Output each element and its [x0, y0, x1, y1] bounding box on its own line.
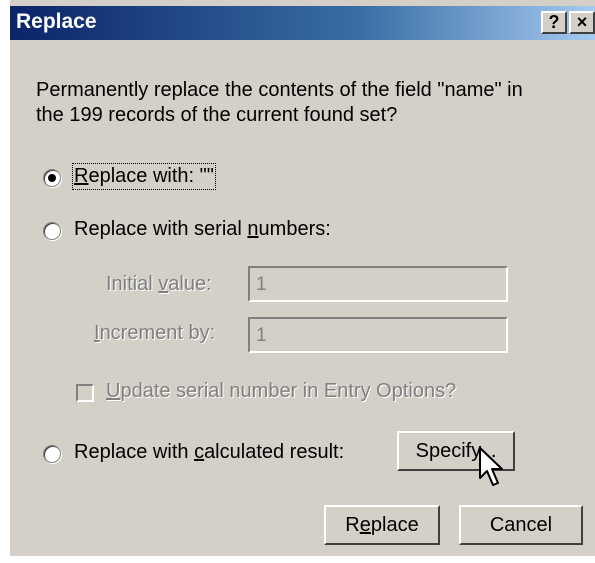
replace-with-label[interactable]: Replace with: "" — [72, 163, 216, 190]
serial-numbers-radio[interactable] — [43, 222, 61, 240]
replace-with-radio[interactable] — [43, 169, 61, 187]
calculated-result-label[interactable]: Replace with calculated result: — [74, 441, 344, 464]
access-key: U — [106, 380, 121, 402]
replace-dialog: Replace ? × Permanently replace the cont… — [0, 0, 595, 563]
label-text: ncrement by: — [99, 322, 216, 344]
label-text: place — [370, 514, 419, 536]
calculated-result-radio[interactable] — [43, 445, 61, 463]
access-key: c — [194, 441, 205, 463]
label-text: umbers: — [258, 218, 331, 240]
radio-selected-dot — [48, 174, 56, 182]
title-bar[interactable]: Replace ? × — [10, 6, 595, 40]
label-text: R — [345, 514, 360, 536]
dialog-title: Replace — [16, 10, 97, 33]
replace-button[interactable]: Replace — [324, 505, 440, 545]
update-serial-checkbox[interactable] — [76, 384, 94, 402]
help-button[interactable]: ? — [541, 11, 567, 34]
initial-value-field[interactable]: 1 — [248, 266, 508, 302]
initial-value-label: Initial value: — [106, 273, 212, 296]
access-key: R — [74, 165, 89, 187]
cancel-button[interactable]: Cancel — [459, 505, 583, 545]
update-serial-label[interactable]: Update serial number in Entry Options? — [106, 380, 456, 403]
label-text: pdate serial number in Entry Options? — [120, 380, 457, 402]
label-text: Replace with — [74, 441, 195, 463]
label-text: Initial — [106, 273, 159, 295]
increment-by-label: Increment by: — [94, 322, 215, 345]
access-key: n — [247, 218, 259, 240]
label-text: Replace with serial — [74, 218, 248, 240]
label-text: eplace with: "" — [88, 165, 214, 187]
label-text: alculated result: — [204, 441, 345, 463]
mouse-pointer-icon — [479, 447, 503, 486]
close-button[interactable]: × — [569, 11, 595, 34]
window-edge — [0, 556, 595, 563]
replace-prompt: Permanently replace the contents of the … — [36, 79, 523, 126]
increment-by-field[interactable]: 1 — [248, 317, 508, 353]
serial-numbers-label[interactable]: Replace with serial numbers: — [74, 218, 331, 241]
access-key: v — [158, 273, 169, 295]
window-edge — [0, 0, 10, 563]
label-text: alue: — [168, 273, 212, 295]
access-key: e — [359, 514, 371, 536]
